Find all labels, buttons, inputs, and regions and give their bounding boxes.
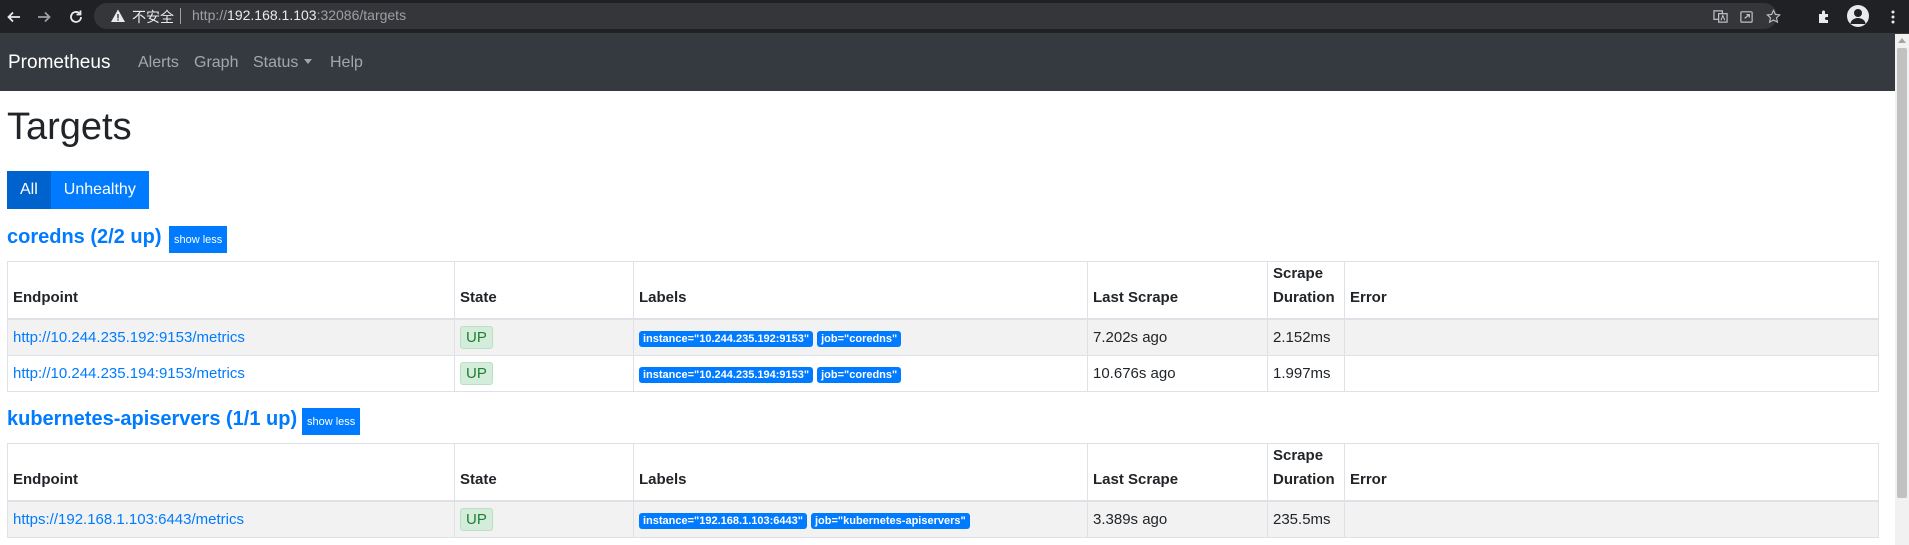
targets-table-coredns: Endpoint State Labels Last Scrape Scrape… bbox=[7, 261, 1879, 392]
browser-toolbar: 不安全 http://192.168.1.103:32086/targets bbox=[0, 0, 1909, 34]
page-title: Targets bbox=[7, 106, 132, 148]
last-scrape: 3.389s ago bbox=[1087, 500, 1268, 538]
nav-graph[interactable]: Graph bbox=[194, 54, 238, 72]
column-header: Error bbox=[1344, 443, 1879, 502]
error-cell bbox=[1344, 355, 1879, 392]
scrape-duration: 1.997ms bbox=[1267, 355, 1345, 392]
state-badge: UP bbox=[460, 508, 493, 531]
column-header: Scrape Duration bbox=[1267, 261, 1345, 320]
brand-link[interactable]: Prometheus bbox=[8, 52, 110, 74]
nav-alerts[interactable]: Alerts bbox=[138, 54, 179, 72]
endpoint-link[interactable]: http://10.244.235.194:9153/metrics bbox=[13, 365, 245, 382]
column-header: State bbox=[454, 261, 634, 320]
filter-all-button[interactable]: All bbox=[7, 171, 51, 209]
state-badge: UP bbox=[460, 362, 493, 385]
menu-icon[interactable] bbox=[1879, 0, 1907, 33]
column-header: Labels bbox=[633, 443, 1088, 502]
chevron-down-icon bbox=[304, 59, 313, 64]
share-icon[interactable] bbox=[1737, 7, 1755, 25]
error-cell bbox=[1344, 318, 1879, 356]
label-badge: job="coredns" bbox=[817, 366, 902, 383]
filter-unhealthy-button[interactable]: Unhealthy bbox=[50, 171, 149, 209]
job-heading-kubernetes-apiservers[interactable]: kubernetes-apiservers (1/1 up) bbox=[7, 408, 297, 431]
scroll-up-icon[interactable] bbox=[1898, 38, 1906, 43]
column-header: Last Scrape bbox=[1087, 443, 1268, 502]
endpoint-link[interactable]: http://10.244.235.192:9153/metrics bbox=[13, 329, 245, 346]
column-header: State bbox=[454, 443, 634, 502]
address-bar[interactable]: 不安全 http://192.168.1.103:32086/targets bbox=[94, 3, 1781, 29]
table-row: http://10.244.235.194:9153/metrics UP in… bbox=[7, 355, 1879, 392]
endpoint-link[interactable]: https://192.168.1.103:6443/metrics bbox=[13, 511, 244, 528]
table-row: https://192.168.1.103:6443/metrics UP in… bbox=[7, 500, 1879, 538]
extensions-icon[interactable] bbox=[1810, 0, 1838, 33]
job-heading-coredns[interactable]: coredns (2/2 up) bbox=[7, 226, 161, 249]
column-header: Endpoint bbox=[7, 443, 455, 502]
column-header: Last Scrape bbox=[1087, 261, 1268, 320]
last-scrape: 7.202s ago bbox=[1087, 318, 1268, 356]
show-less-button[interactable]: show less bbox=[169, 226, 228, 253]
table-row: http://10.244.235.192:9153/metrics UP in… bbox=[7, 318, 1879, 356]
targets-table-kubernetes-apiservers: Endpoint State Labels Last Scrape Scrape… bbox=[7, 443, 1879, 538]
star-icon[interactable] bbox=[1764, 7, 1782, 25]
table-header-row: Endpoint State Labels Last Scrape Scrape… bbox=[7, 261, 1879, 320]
column-header: Endpoint bbox=[7, 261, 455, 320]
label-badge: instance="192.168.1.103:6443" bbox=[639, 512, 807, 529]
back-icon[interactable] bbox=[0, 0, 28, 33]
table-header-row: Endpoint State Labels Last Scrape Scrape… bbox=[7, 443, 1879, 502]
translate-icon[interactable] bbox=[1711, 7, 1729, 25]
warning-icon[interactable] bbox=[110, 8, 126, 24]
scrape-duration: 235.5ms bbox=[1267, 500, 1345, 538]
nav-status[interactable]: Status bbox=[253, 54, 313, 72]
forward-icon[interactable] bbox=[30, 0, 58, 33]
label-badge: instance="10.244.235.194:9153" bbox=[639, 366, 814, 383]
scrollbar-thumb[interactable] bbox=[1897, 48, 1907, 498]
label-badge: job="kubernetes-apiservers" bbox=[810, 512, 970, 529]
reload-icon[interactable] bbox=[62, 0, 90, 33]
address-separator bbox=[180, 8, 181, 24]
nav-help[interactable]: Help bbox=[330, 54, 363, 72]
security-label: 不安全 bbox=[132, 9, 174, 25]
label-badge: job="coredns" bbox=[817, 330, 902, 347]
scrape-duration: 2.152ms bbox=[1267, 318, 1345, 356]
page-scrollbar[interactable] bbox=[1895, 34, 1909, 545]
label-badge: instance="10.244.235.192:9153" bbox=[639, 330, 814, 347]
filter-button-group: All Unhealthy bbox=[7, 171, 149, 209]
last-scrape: 10.676s ago bbox=[1087, 355, 1268, 392]
column-header: Labels bbox=[633, 261, 1088, 320]
profile-icon[interactable] bbox=[1847, 5, 1869, 27]
error-cell bbox=[1344, 500, 1879, 538]
column-header: Scrape Duration bbox=[1267, 443, 1345, 502]
url-text: http://192.168.1.103:32086/targets bbox=[192, 7, 407, 23]
column-header: Error bbox=[1344, 261, 1879, 320]
state-badge: UP bbox=[460, 326, 493, 349]
top-navbar: Prometheus Alerts Graph Status Help bbox=[0, 34, 1895, 91]
show-less-button[interactable]: show less bbox=[302, 408, 361, 435]
